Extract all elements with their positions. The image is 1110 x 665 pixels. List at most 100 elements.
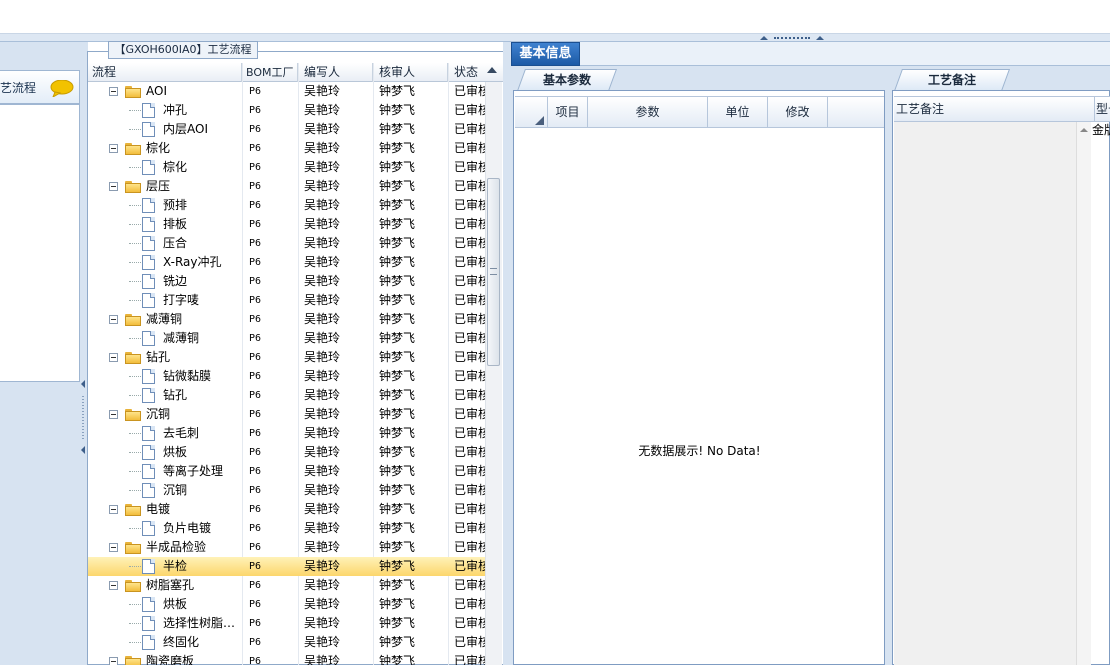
collapse-toggle-icon[interactable] bbox=[109, 353, 118, 362]
tree-row[interactable]: 树脂塞孔 P6 吴艳玲 钟梦飞 已审核 bbox=[88, 576, 485, 595]
column-header-unit[interactable]: 单位 bbox=[708, 96, 768, 128]
tree-row[interactable]: 电镀 P6 吴艳玲 钟梦飞 已审核 bbox=[88, 500, 485, 519]
cell-writer: 吴艳玲 bbox=[304, 635, 341, 649]
tree-row[interactable]: 排板 P6 吴艳玲 钟梦飞 已审核 bbox=[88, 215, 485, 234]
cell-bom-factory: P6 bbox=[249, 466, 262, 477]
tree-row[interactable]: 钻孔 P6 吴艳玲 钟梦飞 已审核 bbox=[88, 348, 485, 367]
cell-checker: 钟梦飞 bbox=[379, 559, 416, 573]
tree-node-label: 钻孔 bbox=[163, 388, 188, 402]
tree-node-label: X-Ray冲孔 bbox=[163, 255, 222, 269]
tree-row[interactable]: 沉铜 P6 吴艳玲 钟梦飞 已审核 bbox=[88, 481, 485, 500]
document-icon bbox=[142, 293, 155, 308]
tree-row[interactable]: X-Ray冲孔 P6 吴艳玲 钟梦飞 已审核 bbox=[88, 253, 485, 272]
tab-process-remarks[interactable]: 工艺备注 bbox=[893, 69, 1011, 91]
tree-row[interactable]: 减薄铜 P6 吴艳玲 钟梦飞 已审核 bbox=[88, 329, 485, 348]
tree-connector bbox=[129, 604, 141, 605]
column-header-model[interactable]: 型号 bbox=[1094, 96, 1110, 122]
tree-row[interactable]: 选择性树脂… P6 吴艳玲 钟梦飞 已审核 bbox=[88, 614, 485, 633]
cell-status: 已审核 bbox=[454, 141, 485, 155]
tree-row[interactable]: 钻微黏膜 P6 吴艳玲 钟梦飞 已审核 bbox=[88, 367, 485, 386]
cell-status: 已审核 bbox=[454, 597, 485, 611]
column-header-modify[interactable]: 修改 bbox=[768, 96, 828, 128]
collapse-toggle-icon[interactable] bbox=[109, 87, 118, 96]
collapse-toggle-icon[interactable] bbox=[109, 581, 118, 590]
column-header-bom-factory[interactable]: BOM工厂 bbox=[242, 63, 298, 82]
cell-writer: 吴艳玲 bbox=[304, 483, 341, 497]
tree-row[interactable]: 减薄铜 P6 吴艳玲 钟梦飞 已审核 bbox=[88, 310, 485, 329]
cell-bom-factory: P6 bbox=[249, 105, 262, 116]
tree-row[interactable]: 等离子处理 P6 吴艳玲 钟梦飞 已审核 bbox=[88, 462, 485, 481]
cell-writer: 吴艳玲 bbox=[304, 616, 341, 630]
column-header-writer[interactable]: 编写人 bbox=[298, 63, 373, 82]
document-icon bbox=[142, 217, 155, 232]
sort-up-icon[interactable] bbox=[487, 67, 497, 73]
tab-label: 基本参数 bbox=[542, 73, 591, 87]
tree-row[interactable]: 层压 P6 吴艳玲 钟梦飞 已审核 bbox=[88, 177, 485, 196]
column-header-item[interactable]: 项目 bbox=[548, 96, 588, 128]
cell-checker: 钟梦飞 bbox=[379, 274, 416, 288]
tree-row[interactable]: 终固化 P6 吴艳玲 钟梦飞 已审核 bbox=[88, 633, 485, 652]
tree-row[interactable]: 压合 P6 吴艳玲 钟梦飞 已审核 bbox=[88, 234, 485, 253]
tree-row[interactable]: 半检 P6 吴艳玲 钟梦飞 已审核 bbox=[88, 557, 485, 576]
cell-status: 已审核 bbox=[454, 179, 485, 193]
cell-bom-factory: P6 bbox=[249, 599, 262, 610]
tree-row[interactable]: 钻孔 P6 吴艳玲 钟梦飞 已审核 bbox=[88, 386, 485, 405]
collapse-toggle-icon[interactable] bbox=[109, 410, 118, 419]
tree-node-label: 半成品检验 bbox=[146, 540, 207, 554]
column-header-param[interactable]: 参数 bbox=[588, 96, 708, 128]
tree-row[interactable]: 烘板 P6 吴艳玲 钟梦飞 已审核 bbox=[88, 443, 485, 462]
tree-row[interactable]: 打字唛 P6 吴艳玲 钟梦飞 已审核 bbox=[88, 291, 485, 310]
tree-row[interactable]: 半成品检验 P6 吴艳玲 钟梦飞 已审核 bbox=[88, 538, 485, 557]
cell-bom-factory: P6 bbox=[249, 238, 262, 249]
collapse-up-icon[interactable] bbox=[816, 36, 824, 40]
folder-icon bbox=[125, 409, 141, 421]
collapse-toggle-icon[interactable] bbox=[109, 657, 118, 665]
cell-status: 已审核 bbox=[454, 464, 485, 478]
tab-label: 工艺备注 bbox=[927, 73, 976, 87]
tree-row[interactable]: 棕化 P6 吴艳玲 钟梦飞 已审核 bbox=[88, 158, 485, 177]
tree-row[interactable]: 冲孔 P6 吴艳玲 钟梦飞 已审核 bbox=[88, 101, 485, 120]
tree-row[interactable]: 沉铜 P6 吴艳玲 钟梦飞 已审核 bbox=[88, 405, 485, 424]
document-icon bbox=[142, 122, 155, 137]
collapse-toggle-icon[interactable] bbox=[109, 543, 118, 552]
column-header-flow[interactable]: 流程 bbox=[88, 63, 242, 82]
tab-basic-params[interactable]: 基本参数 bbox=[516, 69, 618, 91]
tree-row[interactable]: 棕化 P6 吴艳玲 钟梦飞 已审核 bbox=[88, 139, 485, 158]
folder-icon bbox=[125, 542, 141, 554]
vertical-splitter[interactable] bbox=[885, 66, 892, 665]
tree-row[interactable]: 去毛刺 P6 吴艳玲 钟梦飞 已审核 bbox=[88, 424, 485, 443]
tree-row[interactable]: AOI P6 吴艳玲 钟梦飞 已审核 bbox=[88, 82, 485, 101]
comment-icon[interactable] bbox=[50, 80, 74, 97]
tree-connector bbox=[129, 433, 141, 434]
cell-writer: 吴艳玲 bbox=[304, 198, 341, 212]
tree-row[interactable]: 内层AOI P6 吴艳玲 钟梦飞 已审核 bbox=[88, 120, 485, 139]
remarks-textarea[interactable] bbox=[894, 122, 1076, 665]
collapse-toggle-icon[interactable] bbox=[109, 505, 118, 514]
cell-status: 已审核 bbox=[454, 540, 485, 554]
tree-row[interactable]: 烘板 P6 吴艳玲 钟梦飞 已审核 bbox=[88, 595, 485, 614]
tree-row[interactable]: 铣边 P6 吴艳玲 钟梦飞 已审核 bbox=[88, 272, 485, 291]
cell-checker: 钟梦飞 bbox=[379, 236, 416, 250]
tab-basic-info[interactable]: 基本信息 bbox=[511, 42, 580, 66]
vertical-splitter[interactable] bbox=[503, 42, 511, 665]
cell-bom-factory: P6 bbox=[249, 257, 262, 268]
collapse-toggle-icon[interactable] bbox=[109, 315, 118, 324]
scroll-up-icon[interactable] bbox=[1080, 128, 1088, 132]
tree-scrollbar[interactable] bbox=[485, 82, 502, 665]
cell-checker: 钟梦飞 bbox=[379, 578, 416, 592]
collapse-up-icon[interactable] bbox=[760, 36, 768, 40]
collapse-left-icon[interactable] bbox=[80, 380, 86, 460]
tree-row[interactable]: 陶瓷磨板 P6 吴艳玲 钟梦飞 已审核 bbox=[88, 652, 485, 665]
tree-row[interactable]: 负片电镀 P6 吴艳玲 钟梦飞 已审核 bbox=[88, 519, 485, 538]
collapse-toggle-icon[interactable] bbox=[109, 182, 118, 191]
column-header-checker[interactable]: 核审人 bbox=[373, 63, 448, 82]
cell-writer: 吴艳玲 bbox=[304, 160, 341, 174]
splitter-grip[interactable] bbox=[760, 35, 824, 41]
cell-writer: 吴艳玲 bbox=[304, 502, 341, 516]
cell-writer: 吴艳玲 bbox=[304, 255, 341, 269]
collapse-toggle-icon[interactable] bbox=[109, 144, 118, 153]
tree-node-label: 钻微黏膜 bbox=[163, 369, 212, 383]
column-header-remarks[interactable]: 工艺备注 bbox=[896, 96, 944, 122]
remarks-scrollbar[interactable] bbox=[1076, 122, 1091, 665]
tree-row[interactable]: 预排 P6 吴艳玲 钟梦飞 已审核 bbox=[88, 196, 485, 215]
